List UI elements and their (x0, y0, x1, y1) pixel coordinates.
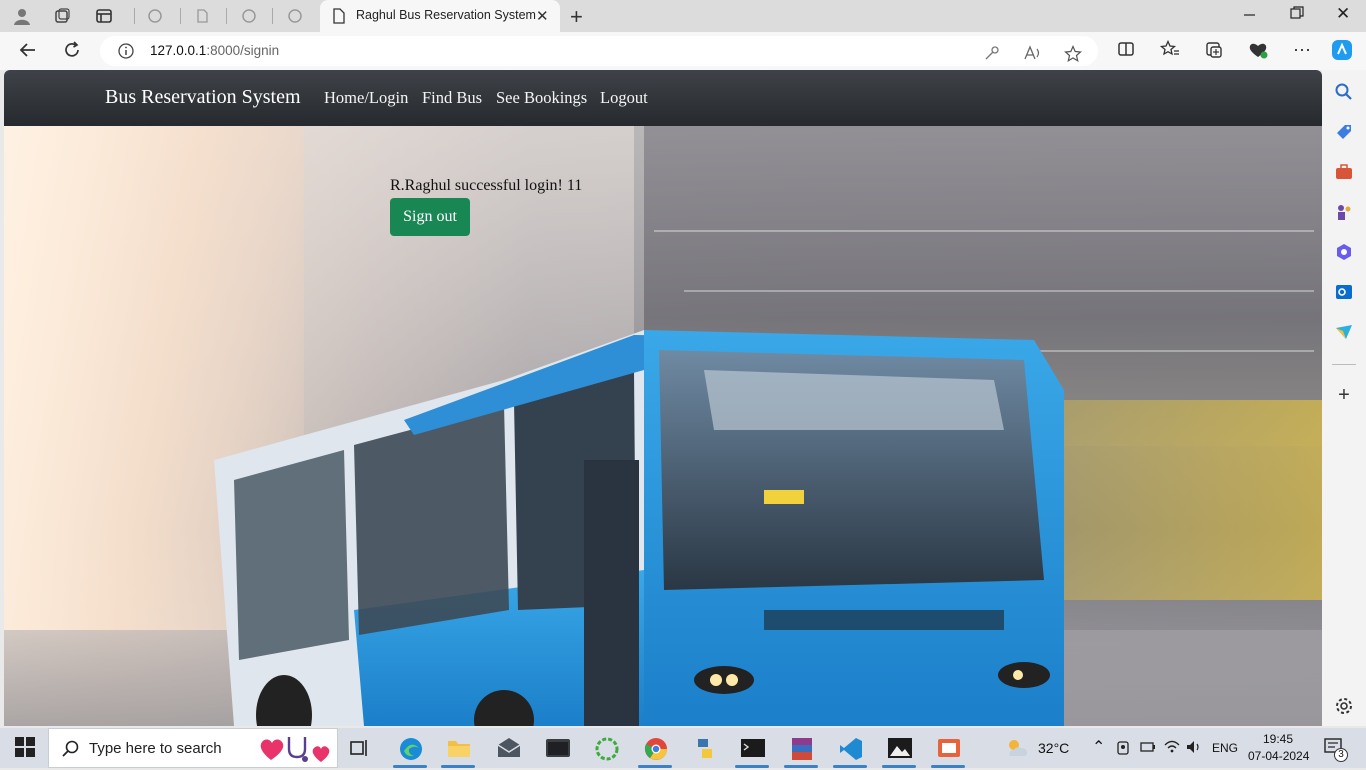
browser-titlebar: Raghul Bus Reservation System ✕ + ✕ (0, 0, 1366, 32)
split-screen-icon[interactable] (1114, 40, 1138, 62)
show-hidden-icons-icon[interactable]: ⌃ (1092, 737, 1105, 757)
clock-time[interactable]: 19:45 (1263, 732, 1293, 746)
volume-icon[interactable] (1186, 740, 1204, 757)
nav-home-login[interactable]: Home/Login (324, 88, 408, 108)
notification-count-badge: 3 (1334, 748, 1348, 762)
address-bar[interactable]: 127.0.0.1:8000/signin (100, 36, 1098, 66)
minimize-icon[interactable] (1244, 6, 1256, 23)
vscode-icon[interactable] (838, 736, 862, 760)
drop-icon[interactable] (1334, 322, 1354, 342)
address-toolbar: 127.0.0.1:8000/signin ⋯ (0, 32, 1366, 70)
restore-icon[interactable] (1290, 6, 1304, 23)
profile-icon[interactable] (12, 6, 32, 26)
spinner-app-icon[interactable] (594, 736, 619, 761)
language-indicator[interactable]: ENG (1212, 741, 1238, 755)
web-page: Bus Reservation System Home/Login Find B… (4, 70, 1322, 726)
battery-icon[interactable] (1140, 741, 1156, 756)
weather-icon[interactable] (1004, 736, 1028, 760)
favorite-star-icon[interactable] (1064, 45, 1082, 67)
terminal-app-icon[interactable] (545, 736, 570, 760)
more-options-icon[interactable]: ⋯ (1290, 40, 1314, 62)
search-highlight-icon (259, 733, 333, 770)
search-icon[interactable] (1334, 82, 1354, 102)
powerpoint-icon[interactable] (936, 736, 960, 760)
site-navbar: Bus Reservation System Home/Login Find B… (4, 70, 1322, 126)
tab-document-icon[interactable] (192, 6, 212, 26)
shopping-tag-icon[interactable] (1334, 122, 1354, 142)
wifi-icon[interactable] (1164, 740, 1180, 757)
tools-briefcase-icon[interactable] (1334, 162, 1354, 182)
webcam-icon[interactable] (1116, 740, 1130, 759)
site-brand[interactable]: Bus Reservation System (105, 86, 301, 109)
add-sidebar-app-icon[interactable]: + (1334, 385, 1354, 406)
edge-browser-icon[interactable] (398, 736, 422, 760)
clock-date[interactable]: 07-04-2024 (1248, 749, 1309, 763)
url-text[interactable]: 127.0.0.1:8000/signin (150, 43, 279, 58)
tab-chatgpt-icon-2[interactable] (239, 6, 259, 26)
nav-logout[interactable]: Logout (600, 88, 648, 108)
refresh-icon[interactable] (60, 40, 84, 62)
photos-icon[interactable] (887, 736, 912, 760)
mail-icon[interactable] (496, 736, 521, 760)
nav-find-bus[interactable]: Find Bus (422, 88, 482, 108)
edge-sidebar: + (1322, 70, 1366, 726)
active-tab-title: Raghul Bus Reservation System (356, 8, 536, 22)
collections-icon[interactable] (1202, 40, 1226, 62)
nav-see-bookings[interactable]: See Bookings (496, 88, 587, 108)
weather-temperature[interactable]: 32°C (1038, 740, 1069, 756)
python-icon[interactable] (692, 736, 716, 760)
command-prompt-icon[interactable] (740, 736, 765, 760)
copilot-icon[interactable] (1330, 38, 1354, 60)
close-tab-icon[interactable]: ✕ (536, 7, 549, 25)
page-document-icon (332, 8, 346, 29)
sign-out-button[interactable]: Sign out (390, 198, 470, 236)
browser-essentials-icon[interactable] (1246, 40, 1270, 62)
bus-image (214, 330, 1064, 726)
winrar-icon[interactable] (789, 736, 813, 760)
search-placeholder: Type here to search (89, 740, 222, 757)
read-aloud-icon[interactable] (1024, 45, 1042, 65)
new-tab-icon[interactable]: + (570, 4, 583, 30)
search-icon (61, 739, 81, 764)
games-icon[interactable] (1334, 202, 1354, 222)
taskbar-search[interactable]: Type here to search (48, 728, 338, 768)
windows-taskbar: Type here to search 32°C ⌃ ENG 19:45 07-… (0, 728, 1366, 768)
tab-chatgpt-icon-3[interactable] (285, 6, 305, 26)
chrome-icon[interactable] (643, 736, 667, 760)
task-view-icon[interactable] (348, 736, 372, 760)
tab-actions-icon[interactable] (94, 6, 114, 26)
outlook-icon[interactable] (1334, 282, 1354, 302)
active-tab[interactable]: Raghul Bus Reservation System ✕ (320, 0, 560, 32)
tab-chatgpt-icon[interactable] (145, 6, 165, 26)
close-window-icon[interactable]: ✕ (1336, 4, 1350, 24)
site-info-icon[interactable] (117, 42, 135, 65)
password-key-icon[interactable] (984, 45, 1000, 65)
file-explorer-icon[interactable] (446, 736, 470, 760)
windows-start-icon[interactable] (14, 736, 38, 760)
microsoft-365-icon[interactable] (1334, 242, 1354, 262)
workspaces-icon[interactable] (52, 6, 72, 26)
sidebar-settings-icon[interactable] (1334, 696, 1354, 716)
back-icon[interactable] (16, 40, 40, 62)
favorites-icon[interactable] (1158, 39, 1182, 62)
login-success-message: R.Raghul successful login! 11 (390, 177, 583, 194)
